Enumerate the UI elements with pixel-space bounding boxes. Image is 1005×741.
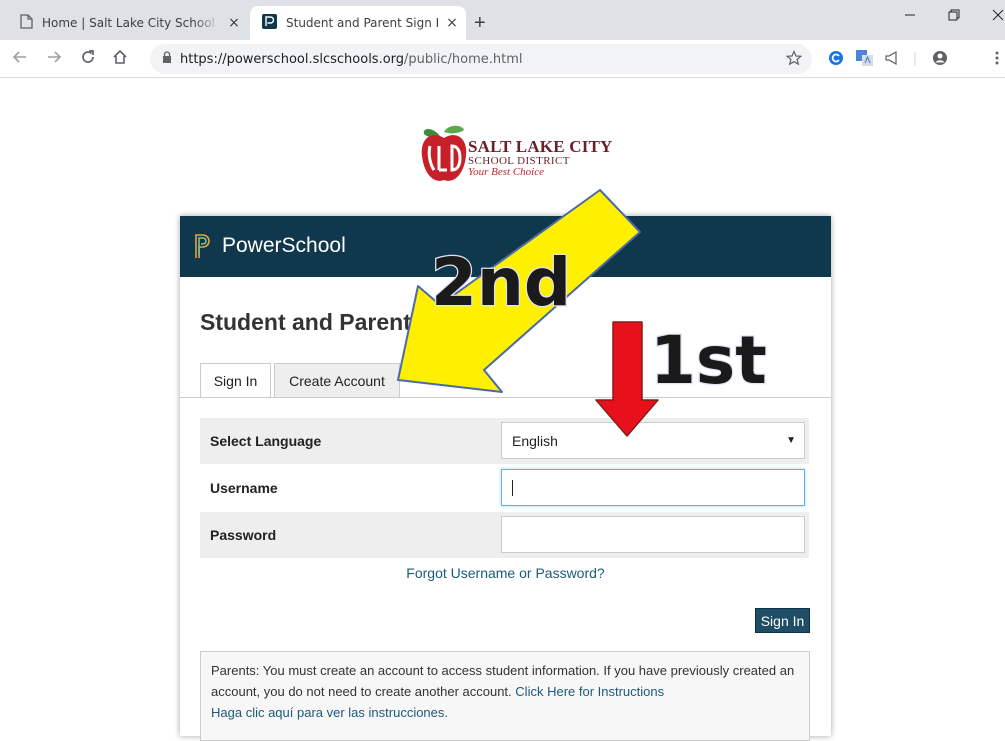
logo-text: SALT LAKE CITY SCHOOL DISTRICT Your Best… bbox=[468, 138, 613, 179]
lock-icon bbox=[162, 50, 172, 68]
dropdown-arrow-icon: ▼ bbox=[786, 435, 796, 446]
url-path: /public/home.html bbox=[404, 51, 523, 67]
password-input[interactable] bbox=[501, 516, 805, 553]
instructions-link-es[interactable]: Haga clic aquí para ver las instruccione… bbox=[211, 705, 448, 720]
logo-line-1: SALT LAKE CITY bbox=[468, 137, 613, 156]
browser-tab-strip: Home | Salt Lake City School District × … bbox=[0, 0, 1005, 40]
language-value: English bbox=[512, 432, 558, 449]
username-row: Username bbox=[200, 465, 809, 511]
minimize-icon[interactable] bbox=[904, 8, 916, 24]
back-icon[interactable] bbox=[12, 49, 28, 69]
url-text: https://powerschool.slcschools.org/publi… bbox=[180, 52, 523, 67]
username-input[interactable] bbox=[501, 469, 805, 506]
powerschool-header: PowerSchool bbox=[180, 216, 831, 277]
notice-text: Parents: You must create an account to a… bbox=[211, 663, 795, 699]
close-tab-icon[interactable]: × bbox=[220, 15, 248, 31]
language-label: Select Language bbox=[210, 433, 322, 449]
grammar-extension-icon[interactable] bbox=[828, 50, 844, 71]
toolbar-divider: | bbox=[913, 50, 917, 67]
new-tab-button[interactable]: + bbox=[474, 13, 486, 33]
profile-icon[interactable] bbox=[932, 50, 948, 71]
address-bar[interactable]: https://powerschool.slcschools.org/publi… bbox=[150, 44, 812, 74]
browser-tab-title: Student and Parent Sign In bbox=[286, 16, 438, 30]
language-select[interactable]: English ▼ bbox=[501, 422, 805, 459]
powerschool-logo-icon bbox=[194, 233, 212, 264]
close-window-icon[interactable] bbox=[992, 8, 1004, 24]
restore-icon[interactable] bbox=[948, 8, 960, 24]
sign-in-button[interactable]: Sign In bbox=[755, 608, 810, 633]
browser-toolbar: https://powerschool.slcschools.org/publi… bbox=[0, 40, 1005, 78]
tab-sign-in[interactable]: Sign In bbox=[200, 363, 271, 398]
district-logo: SALT LAKE CITY SCHOOL DISTRICT Your Best… bbox=[418, 124, 618, 190]
password-row: Password bbox=[200, 512, 809, 558]
instructions-link-en[interactable]: Click Here for Instructions bbox=[515, 684, 664, 699]
apple-logo-icon bbox=[421, 125, 467, 181]
translate-extension-icon[interactable] bbox=[856, 50, 874, 71]
reload-icon[interactable] bbox=[80, 49, 96, 69]
language-row: Select Language English ▼ bbox=[200, 418, 809, 464]
browser-tab-title: Home | Salt Lake City School District bbox=[42, 16, 220, 30]
bookmark-star-icon[interactable] bbox=[785, 50, 803, 71]
tab-create-account[interactable]: Create Account bbox=[274, 363, 400, 398]
forward-icon[interactable] bbox=[46, 49, 62, 69]
browser-menu-icon[interactable] bbox=[994, 50, 1000, 71]
url-host: https://powerschool.slcschools.org bbox=[180, 51, 405, 67]
username-label: Username bbox=[210, 480, 278, 496]
powerschool-title: PowerSchool bbox=[222, 234, 346, 257]
powerschool-favicon bbox=[262, 14, 277, 32]
browser-tab-home[interactable]: Home | Salt Lake City School District × bbox=[8, 6, 248, 40]
tab-divider bbox=[180, 397, 831, 398]
home-icon[interactable] bbox=[112, 49, 128, 69]
text-cursor bbox=[512, 479, 513, 496]
megaphone-extension-icon[interactable] bbox=[884, 50, 900, 71]
page-icon bbox=[20, 14, 33, 32]
sign-in-card: PowerSchool Student and Parent Sign In S… bbox=[180, 216, 831, 741]
logo-tagline: Your Best Choice bbox=[468, 166, 544, 179]
close-tab-icon[interactable]: × bbox=[438, 15, 466, 31]
page-title: Student and Parent Sign In bbox=[200, 309, 494, 335]
parent-notice: Parents: You must create an account to a… bbox=[200, 651, 810, 741]
browser-tab-sign-in[interactable]: Student and Parent Sign In × bbox=[250, 6, 466, 40]
forgot-credentials-link[interactable]: Forgot Username or Password? bbox=[180, 565, 831, 581]
password-label: Password bbox=[210, 527, 277, 543]
